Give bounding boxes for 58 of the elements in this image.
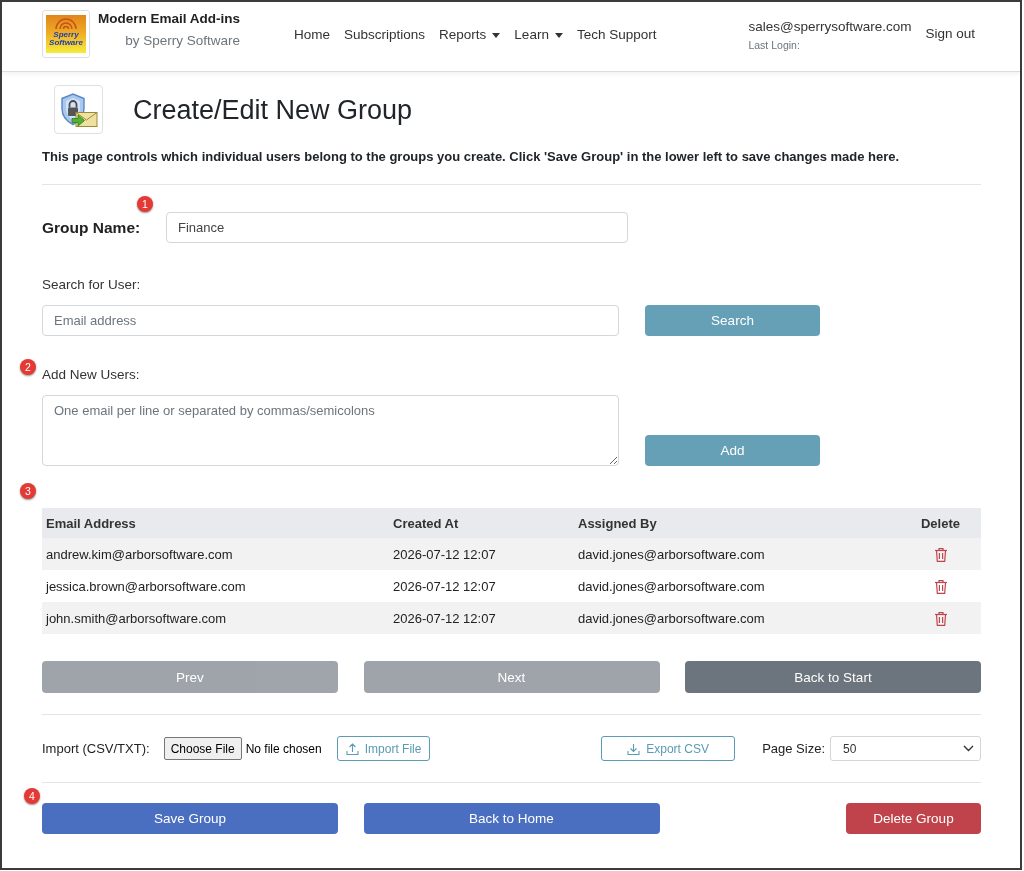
upload-icon <box>345 742 359 755</box>
nav-link[interactable]: Home <box>294 25 331 45</box>
shield-envelope-icon <box>54 85 103 134</box>
export-csv-button[interactable]: Export CSV <box>601 736 736 761</box>
trash-icon[interactable] <box>933 579 948 595</box>
trash-icon[interactable] <box>933 547 948 563</box>
annotation-badge: 4 <box>24 788 40 804</box>
add-users-field[interactable]: One email per line or separated by commas/semicolons <box>42 395 619 466</box>
annotation-badge: 2 <box>20 359 36 375</box>
import-file-button[interactable]: Import File <box>336 736 431 761</box>
group-name-field[interactable]: Finance <box>166 212 628 243</box>
table-cell: john.smith@arborsoftware.com <box>42 602 389 634</box>
table-cell: david.jones@arborsoftware.com <box>574 538 900 570</box>
page-size-label: Page Size: <box>762 741 825 756</box>
table-cell: 2026-07-12 12:07 <box>389 538 574 570</box>
annotation-badge: 3 <box>20 483 36 499</box>
page-size-select[interactable]: 50 <box>830 736 981 761</box>
file-status-text: No file chosen <box>245 741 322 756</box>
nav-dropdown[interactable]: Learn <box>514 25 563 45</box>
search-field[interactable]: Email address <box>42 305 619 336</box>
column-header: Assigned By <box>574 508 900 538</box>
table-cell: andrew.kim@arborsoftware.com <box>42 538 389 570</box>
column-header: Email Address <box>42 508 389 538</box>
arcs-icon <box>55 18 77 30</box>
page-title: Create/Edit New Group <box>133 93 413 127</box>
add-users-label: Add New Users: <box>42 367 140 382</box>
table-cell: 2026-07-12 12:07 <box>389 602 574 634</box>
search-button[interactable]: Search <box>645 305 820 336</box>
delete-button[interactable]: Delete Group <box>846 803 981 834</box>
user-email: sales@sperrysoftware.com <box>748 18 912 36</box>
table-cell: jessica.brown@arborsoftware.com <box>42 570 389 602</box>
table-cell: 2026-07-12 12:07 <box>389 570 574 602</box>
column-header: Created At <box>389 508 574 538</box>
column-header: Delete <box>900 508 981 538</box>
group-name-label: Group Name: <box>42 218 142 237</box>
action-button[interactable]: Back to Home <box>363 803 660 834</box>
pagination-button[interactable]: Back to Start <box>685 661 981 693</box>
trash-icon[interactable] <box>933 611 948 627</box>
nav-link[interactable]: Subscriptions <box>344 25 426 45</box>
page-description: This page controls which individual users belong to the groups you create. Click 'Save Group' in the lower left to save changes made here. <box>42 148 901 166</box>
add-button[interactable]: Add <box>645 435 820 466</box>
download-icon <box>627 742 641 755</box>
search-label: Search for User: <box>42 276 142 294</box>
table-cell: david.jones@arborsoftware.com <box>574 602 900 634</box>
logo-text: Sperry Software <box>49 31 83 47</box>
sign-out-link[interactable]: Sign out <box>925 24 975 44</box>
table-cell: david.jones@arborsoftware.com <box>574 570 900 602</box>
annotation-badge: 1 <box>137 196 153 212</box>
nav-link[interactable]: Tech Support <box>576 25 657 45</box>
action-button[interactable]: Save Group <box>42 803 338 834</box>
chevron-down-icon <box>963 745 974 752</box>
nav-dropdown[interactable]: Reports <box>439 25 501 45</box>
choose-file-button[interactable]: Choose File <box>163 737 242 760</box>
logo[interactable]: Sperry Software <box>42 10 90 58</box>
import-label: Import (CSV/TXT): <box>42 741 150 756</box>
brand-title: Modern Email Add-ins <box>98 10 240 28</box>
brand-subtitle: by Sperry Software <box>125 32 240 50</box>
last-login-label: Last Login: <box>748 38 801 52</box>
